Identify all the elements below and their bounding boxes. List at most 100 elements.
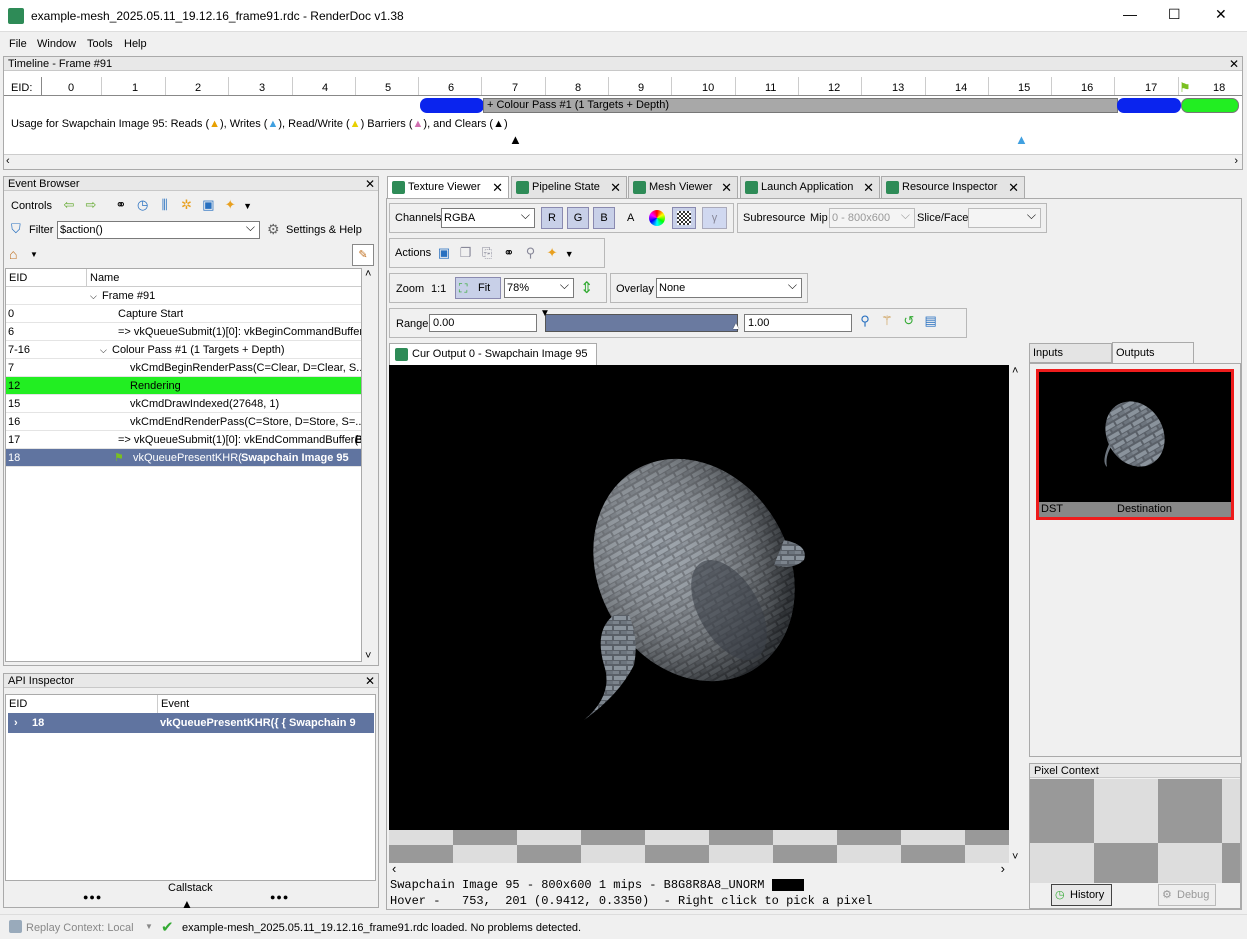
timeline-marker[interactable]: 15 <box>1018 82 1030 94</box>
open-resource-icon[interactable]: ⎘ <box>478 244 496 262</box>
close-icon[interactable]: ✕ <box>492 177 503 198</box>
event-row[interactable]: 17 => vkQueueSubmit(1)[0]: vkEndCommandBu… <box>6 431 361 449</box>
range-min-input[interactable]: 0.00 <box>429 314 537 332</box>
settings-gear-icon[interactable]: ⚙ <box>267 221 280 238</box>
scroll-right-icon[interactable]: › <box>1234 155 1238 167</box>
copy-icon[interactable]: ❐ <box>457 244 475 262</box>
callstack-arrow-icon[interactable]: ▲ <box>181 897 193 911</box>
debug-button[interactable]: ⚙ Debug <box>1158 884 1216 906</box>
save-icon[interactable]: ▣ <box>199 196 217 214</box>
timeline-marker[interactable]: 13 <box>892 82 904 94</box>
blue-channel-button[interactable]: B <box>593 207 615 229</box>
col-eid[interactable]: EID <box>9 272 27 284</box>
gear-flower-icon[interactable]: ✲ <box>177 196 195 214</box>
api-row[interactable]: › 18 vkQueuePresentKHR({ { Swapchain 9 <box>8 713 374 733</box>
event-row[interactable]: 18 ⚑ vkQueuePresentKHR(Swapchain Image 95 <box>6 449 361 467</box>
timeline-marker[interactable]: 17 <box>1145 82 1157 94</box>
maximize-button[interactable]: ☐ <box>1168 6 1181 23</box>
event-row[interactable]: 6 => vkQueueSubmit(1)[0]: vkBeginCommandB… <box>6 323 361 341</box>
range-slider-min-handle[interactable]: ▼ <box>540 308 550 319</box>
close-icon[interactable]: ✕ <box>1008 177 1019 198</box>
forward-arrow-icon[interactable]: ⇨ <box>82 196 100 214</box>
tab-resource-inspector[interactable]: Resource Inspector ✕ <box>881 176 1025 198</box>
menu-help[interactable]: Help <box>124 38 147 50</box>
tab-mesh-viewer[interactable]: Mesh Viewer ✕ <box>628 176 738 198</box>
find-binoculars-icon[interactable]: ⚭ <box>112 196 130 214</box>
scroll-down-icon[interactable]: ˅ <box>1012 851 1018 863</box>
scroll-left-icon[interactable]: ‹ <box>392 861 396 876</box>
col-event[interactable]: Event <box>161 698 189 710</box>
color-wheel-icon[interactable] <box>649 210 665 226</box>
save-texture-icon[interactable]: ▣ <box>435 244 453 262</box>
close-icon[interactable]: ✕ <box>365 674 375 688</box>
timeline-marker[interactable]: 10 <box>702 82 714 94</box>
timer-icon[interactable]: ◷ <box>134 196 152 214</box>
timeline-marker[interactable]: 9 <box>638 82 644 94</box>
menu-window[interactable]: Window <box>37 38 76 50</box>
link-icon[interactable]: ⚲ <box>522 244 540 262</box>
event-row[interactable]: 7-16 ⌵ Colour Pass #1 (1 Targets + Depth) <box>6 341 361 359</box>
timeline-scrollbar[interactable]: ‹ › <box>4 154 1242 169</box>
zoom-select[interactable]: 78% <box>504 276 574 298</box>
menu-tools[interactable]: Tools <box>87 38 113 50</box>
slice-face-select[interactable] <box>968 206 1041 228</box>
mip-select[interactable]: 0 - 800x600 <box>829 206 915 228</box>
chevron-right-icon[interactable]: › <box>14 713 18 733</box>
timeline-marker[interactable]: 12 <box>828 82 840 94</box>
replay-context-label[interactable]: Replay Context: Local <box>26 922 134 934</box>
timeline-marker[interactable]: 16 <box>1081 82 1093 94</box>
alpha-channel-button[interactable]: A <box>627 212 634 224</box>
puzzle-icon[interactable]: ✦ <box>221 196 239 214</box>
tab-pipeline-state[interactable]: Pipeline State ✕ <box>511 176 627 198</box>
fit-button[interactable]: ⛶ Fit <box>455 277 501 299</box>
event-row[interactable]: 0 Capture Start <box>6 305 361 323</box>
edit-notes-icon[interactable]: ✎ <box>352 244 374 266</box>
event-row[interactable]: 7 vkCmdBeginRenderPass(C=Clear, D=Clear, … <box>6 359 361 377</box>
tab-inputs[interactable]: Inputs <box>1029 343 1112 363</box>
auto-fit-wand-icon[interactable]: ⚚ <box>878 312 896 330</box>
tab-texture-viewer[interactable]: Texture Viewer ✕ <box>387 176 509 198</box>
texture-hscroll[interactable]: ‹ › <box>389 861 1009 877</box>
timeline-marker[interactable]: 7 <box>512 82 518 94</box>
chevron-down-icon[interactable]: ⌵ <box>90 287 97 305</box>
green-channel-button[interactable]: G <box>567 207 589 229</box>
red-channel-button[interactable]: R <box>541 207 563 229</box>
more-right-icon[interactable]: ●●● <box>270 892 289 902</box>
chevron-down-icon[interactable]: ▼ <box>565 249 574 259</box>
timeline-marker[interactable]: 2 <box>195 82 201 94</box>
flip-vertical-icon[interactable]: ⇕ <box>580 278 593 298</box>
chevron-down-icon[interactable]: ▼ <box>30 250 38 259</box>
present-block[interactable] <box>1181 98 1239 113</box>
more-left-icon[interactable]: ●●● <box>83 892 102 902</box>
texture-view-area[interactable] <box>389 365 1009 863</box>
back-arrow-icon[interactable]: ⇦ <box>60 196 78 214</box>
scroll-right-icon[interactable]: › <box>1001 861 1005 876</box>
event-row[interactable]: 12 Rendering <box>6 377 361 395</box>
close-icon[interactable]: ✕ <box>721 177 732 198</box>
tab-outputs[interactable]: Outputs <box>1112 342 1194 364</box>
menu-file[interactable]: File <box>9 38 27 50</box>
reset-range-icon[interactable]: ↺ <box>900 312 918 330</box>
timeline-marker[interactable]: 1 <box>132 82 138 94</box>
event-row[interactable]: 16 vkCmdEndRenderPass(C=Store, D=Store, S… <box>6 413 361 431</box>
close-icon[interactable]: ✕ <box>610 177 621 198</box>
home-icon[interactable]: ⌂ <box>9 246 17 262</box>
timeline-marker[interactable]: 11 <box>765 82 776 94</box>
puzzle-icon[interactable]: ✦ <box>543 244 561 262</box>
scroll-up-icon[interactable]: ˄ <box>1012 365 1018 377</box>
colour-pass-bar[interactable]: + Colour Pass #1 (1 Targets + Depth) <box>483 98 1118 113</box>
col-eid[interactable]: EID <box>9 698 27 710</box>
filter-input[interactable]: $action() <box>57 219 260 239</box>
callstack-label[interactable]: Callstack <box>168 882 213 894</box>
minimize-button[interactable]: — <box>1123 6 1137 22</box>
event-scrollbar[interactable]: ˄ ˅ <box>362 268 376 662</box>
overlay-select[interactable]: None <box>656 276 802 298</box>
close-icon[interactable]: ✕ <box>365 177 375 191</box>
range-slider-max-handle[interactable]: ▲ <box>731 321 741 332</box>
event-row[interactable]: 15 vkCmdDrawIndexed(27648, 1) <box>6 395 361 413</box>
chevron-down-icon[interactable]: ▼ <box>243 201 252 211</box>
range-slider[interactable] <box>545 314 738 332</box>
chevron-down-icon[interactable]: ▼ <box>145 922 153 931</box>
timeline-marker[interactable]: 14 <box>955 82 967 94</box>
close-button[interactable]: ✕ <box>1215 6 1227 23</box>
